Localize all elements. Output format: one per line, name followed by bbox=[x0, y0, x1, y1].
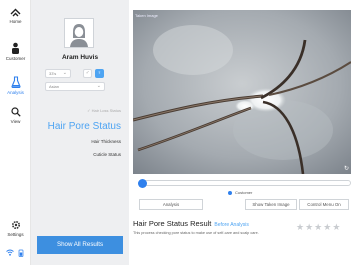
wifi-icon bbox=[6, 249, 14, 256]
analysis-panel: Aram Huvis 33's ⌄ ♂ ♀ Asian ⌄ ✓ Hair Los… bbox=[31, 0, 129, 265]
nav-item-home[interactable]: Home bbox=[0, 8, 31, 24]
avatar bbox=[64, 18, 94, 48]
control-menu-button[interactable]: Control Menu On bbox=[299, 199, 349, 210]
result-status: Before Analysis bbox=[214, 222, 249, 228]
nav-label-customer: Customer bbox=[5, 56, 26, 61]
star-icon: ★ bbox=[305, 222, 314, 232]
age-select[interactable]: 33's ⌄ bbox=[45, 69, 71, 78]
nav-item-settings[interactable]: Settings bbox=[0, 220, 31, 237]
flask-icon bbox=[10, 76, 21, 88]
person-icon bbox=[12, 42, 19, 54]
gender-male-toggle[interactable]: ♂ bbox=[83, 69, 92, 78]
star-icon: ★ bbox=[296, 222, 305, 232]
rating-stars: ★★★★★ bbox=[296, 217, 341, 235]
age-value: 33's bbox=[49, 71, 57, 76]
magnifier-icon bbox=[10, 107, 21, 117]
microscope-image bbox=[133, 10, 351, 174]
customer-label: Customer bbox=[235, 190, 253, 195]
status-indicators bbox=[6, 249, 26, 257]
scalp-image-graphic bbox=[133, 10, 351, 174]
nav-item-view[interactable]: View bbox=[0, 107, 31, 124]
menu-item-cuticle[interactable]: Cuticle Status bbox=[93, 152, 121, 157]
main-content: Taken Image ↻ Customer Analysis Show Tak… bbox=[129, 0, 355, 265]
gender-female-toggle[interactable]: ♀ bbox=[95, 69, 104, 78]
skin-type-value: Asian bbox=[49, 84, 60, 89]
skin-type-select[interactable]: Asian ⌄ bbox=[45, 82, 105, 91]
show-all-results-button[interactable]: Show All Results bbox=[37, 236, 123, 254]
result-title-text: Hair Pore Status Result bbox=[133, 219, 212, 228]
analysis-button[interactable]: Analysis bbox=[139, 199, 203, 210]
female-icon: ♀ bbox=[97, 70, 102, 76]
menu-item-hair-thickness[interactable]: Hair Thickness bbox=[91, 139, 121, 144]
customer-indicator-dot bbox=[228, 191, 232, 195]
nav-rail: Home Customer Analysis View Settings bbox=[0, 0, 31, 265]
nav-item-customer[interactable]: Customer bbox=[0, 42, 31, 61]
chevron-down-icon: ⌄ bbox=[96, 83, 101, 89]
menu-label-hair-loss: Hair Loss Status bbox=[91, 108, 121, 113]
star-icon: ★ bbox=[332, 222, 341, 232]
home-icon bbox=[10, 8, 21, 17]
nav-label-settings: Settings bbox=[7, 232, 24, 237]
gear-icon bbox=[11, 220, 20, 230]
image-slider[interactable] bbox=[138, 179, 351, 188]
show-taken-image-button[interactable]: Show Taken Image bbox=[245, 199, 297, 210]
male-icon: ♂ bbox=[85, 70, 90, 76]
nav-label-home: Home bbox=[9, 19, 22, 24]
image-label: Taken Image bbox=[135, 13, 158, 18]
menu-item-hair-pore[interactable]: Hair Pore Status bbox=[48, 121, 121, 132]
nav-label-analysis: Analysis bbox=[7, 90, 24, 95]
user-name: Aram Huvis bbox=[61, 54, 99, 61]
star-icon: ★ bbox=[314, 222, 323, 232]
result-title: Hair Pore Status Result Before Analysis bbox=[133, 219, 249, 228]
slider-handle[interactable] bbox=[138, 179, 147, 188]
battery-icon bbox=[18, 249, 24, 257]
star-icon: ★ bbox=[323, 222, 332, 232]
user-avatar-icon bbox=[70, 24, 88, 47]
rotate-icon[interactable]: ↻ bbox=[344, 165, 349, 172]
menu-item-hair-loss[interactable]: ✓ Hair Loss Status bbox=[87, 108, 121, 113]
result-description: This process checking pore status to mak… bbox=[133, 231, 259, 235]
chevron-down-icon: ⌄ bbox=[62, 70, 67, 76]
nav-item-analysis[interactable]: Analysis bbox=[0, 76, 31, 95]
nav-label-view: View bbox=[10, 119, 21, 124]
